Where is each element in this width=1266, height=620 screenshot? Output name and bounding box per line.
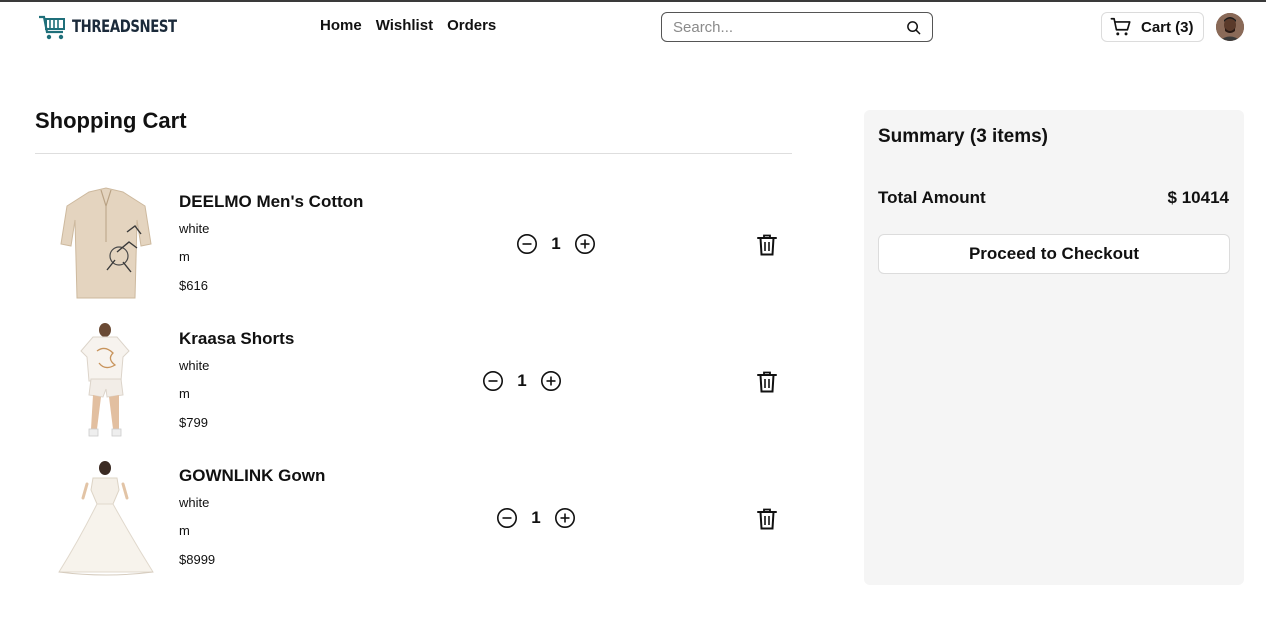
product-price: $8999 <box>179 552 216 567</box>
nav-orders-link[interactable]: Orders <box>447 17 496 34</box>
product-name[interactable]: DEELMO Men's Cotton <box>179 192 363 212</box>
brand-logo[interactable]: THREADSNEST <box>38 12 206 42</box>
proceed-to-checkout-button[interactable]: Proceed to Checkout <box>878 234 1230 274</box>
quantity-stepper: 1 <box>496 507 576 529</box>
decrease-quantity-icon[interactable] <box>482 370 504 392</box>
brand-name: THREADSNEST <box>72 17 177 37</box>
quantity-value: 1 <box>551 234 561 253</box>
order-summary-panel: Summary (3 items) Total Amount $ 10414 P… <box>864 110 1244 585</box>
cart-button[interactable]: Cart (3) <box>1101 12 1204 42</box>
decrease-quantity-icon[interactable] <box>496 507 518 529</box>
main-nav: Home Wishlist Orders <box>320 17 496 34</box>
product-name[interactable]: Kraasa Shorts <box>179 329 294 349</box>
search-box <box>661 12 933 42</box>
product-color: white <box>179 495 210 510</box>
quantity-value: 1 <box>531 508 541 527</box>
divider <box>35 153 792 154</box>
increase-quantity-icon[interactable] <box>554 507 576 529</box>
total-amount-value: $ 10414 <box>1167 188 1229 207</box>
quantity-value: 1 <box>517 371 527 390</box>
product-size: m <box>179 523 190 538</box>
product-image[interactable] <box>57 186 155 302</box>
cart-item: GOWNLINK Gown white m $8999 1 <box>35 460 792 580</box>
increase-quantity-icon[interactable] <box>540 370 562 392</box>
top-border <box>0 0 1266 2</box>
avatar-image <box>1216 13 1244 41</box>
cart-button-label: Cart (3) <box>1141 18 1194 36</box>
product-image[interactable] <box>57 460 155 576</box>
delete-item-icon[interactable] <box>756 370 778 394</box>
product-color: white <box>179 221 210 236</box>
cart-item: Kraasa Shorts white m $799 1 <box>35 323 792 443</box>
search-input[interactable] <box>662 18 897 36</box>
product-size: m <box>179 249 190 264</box>
total-amount-label: Total Amount <box>878 188 986 207</box>
product-name[interactable]: GOWNLINK Gown <box>179 466 325 486</box>
decrease-quantity-icon[interactable] <box>516 233 538 255</box>
product-color: white <box>179 358 210 373</box>
delete-item-icon[interactable] <box>756 507 778 531</box>
cart-icon <box>1110 17 1131 36</box>
quantity-stepper: 1 <box>482 370 562 392</box>
quantity-stepper: 1 <box>516 233 596 255</box>
user-avatar[interactable] <box>1216 13 1244 41</box>
shopping-cart-logo-icon <box>39 15 65 40</box>
product-image[interactable] <box>57 323 155 439</box>
product-price: $799 <box>179 415 208 430</box>
cart-item: DEELMO Men's Cotton white m $616 1 <box>35 186 792 306</box>
nav-wishlist-link[interactable]: Wishlist <box>376 17 433 34</box>
summary-title: Summary (3 items) <box>878 126 1049 147</box>
delete-item-icon[interactable] <box>756 233 778 257</box>
nav-home-link[interactable]: Home <box>320 17 362 34</box>
search-icon[interactable] <box>906 20 921 35</box>
product-size: m <box>179 386 190 401</box>
product-price: $616 <box>179 278 208 293</box>
page-title: Shopping Cart <box>35 108 187 133</box>
increase-quantity-icon[interactable] <box>574 233 596 255</box>
